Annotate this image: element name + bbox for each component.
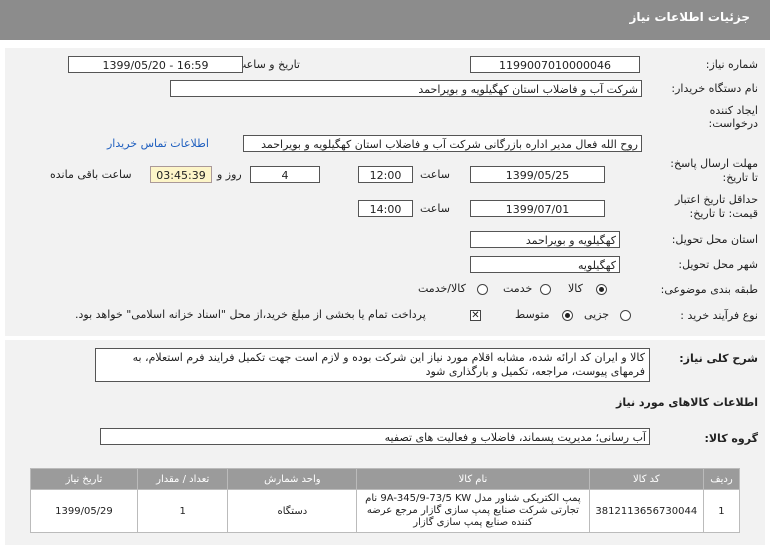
- city-label: شهر محل تحویل:: [678, 258, 758, 271]
- deadline-date-field: 1399/05/25: [470, 166, 605, 183]
- validity-label-1: حداقل تاریخ اعتبار: [674, 193, 758, 206]
- process-option-minor: جزیی: [584, 308, 610, 321]
- category-radio-service[interactable]: [540, 284, 551, 295]
- validity-time-field: 14:00: [358, 200, 413, 217]
- goods-group-label: گروه کالا:: [704, 432, 758, 445]
- days-label: روز و: [217, 168, 242, 181]
- province-field: کهگیلویه و بویراحمد: [470, 231, 620, 248]
- announce-field: 1399/05/20 - 16:59: [68, 56, 243, 73]
- goods-table: تاریخ نیاز تعداد / مقدار واحد شمارش نام …: [30, 468, 741, 533]
- cell-qty: 1: [136, 489, 229, 533]
- cell-unit: دستگاه: [227, 489, 358, 533]
- cell-index: 1: [702, 489, 741, 533]
- province-label: استان محل تحویل:: [671, 233, 758, 246]
- payment-note: پرداخت تمام یا بخشی از مبلغ خرید،از محل …: [75, 308, 426, 321]
- city-field: کهگیلویه: [470, 256, 620, 273]
- category-option-both: کالا/خدمت: [418, 282, 466, 295]
- goods-group-field: آب رسانی؛ مدیریت پسماند، فاضلاب و فعالیت…: [100, 428, 650, 445]
- col-index: ردیف: [702, 468, 741, 490]
- description-text: کالا و ایران کد ارائه شده، مشابه اقلام م…: [95, 348, 650, 382]
- col-name: نام کالا: [356, 468, 590, 490]
- remaining-timer: 03:45:39: [150, 166, 212, 183]
- process-radio-medium[interactable]: [562, 310, 573, 321]
- goods-table-header: تاریخ نیاز تعداد / مقدار واحد شمارش نام …: [30, 468, 741, 490]
- goods-section-title: اطلاعات کالاهای مورد نیاز: [616, 396, 758, 409]
- category-radio-both[interactable]: [477, 284, 488, 295]
- col-unit: واحد شمارش: [227, 468, 358, 490]
- cell-name: پمپ الکتریکی شناور مدل 9A-345/9-73/5 KW …: [356, 489, 590, 533]
- remaining-label: ساعت باقی مانده: [50, 168, 132, 181]
- category-option-goods: کالا: [568, 282, 583, 295]
- col-code: کد کالا: [588, 468, 704, 490]
- col-need-date: تاریخ نیاز: [30, 468, 138, 490]
- cell-code: 3812113656730044: [588, 489, 704, 533]
- validity-label-2: قیمت: تا تاریخ:: [689, 207, 758, 220]
- buyer-label: نام دستگاه خریدار:: [671, 82, 758, 95]
- category-option-service: خدمت: [503, 282, 533, 295]
- buyer-contact-link[interactable]: اطلاعات تماس خریدار: [107, 137, 209, 150]
- category-label: طبقه بندی موضوعی:: [660, 283, 758, 296]
- validity-date-field: 1399/07/01: [470, 200, 605, 217]
- process-option-medium: متوسط: [515, 308, 550, 321]
- page-title: جزئیات اطلاعات نیاز: [629, 10, 750, 24]
- table-row[interactable]: 1399/05/29 1 دستگاه پمپ الکتریکی شناور م…: [30, 489, 741, 533]
- creator-label-2: درخواست:: [708, 117, 758, 130]
- process-radio-minor[interactable]: [620, 310, 631, 321]
- days-field: 4: [250, 166, 320, 183]
- deadline-time-field: 12:00: [358, 166, 413, 183]
- deadline-time-label: ساعت: [420, 168, 450, 181]
- need-number-field: 1199007010000046: [470, 56, 640, 73]
- cell-need-date: 1399/05/29: [30, 489, 138, 533]
- col-qty: تعداد / مقدار: [136, 468, 229, 490]
- process-label: نوع فرآیند خرید :: [680, 309, 758, 322]
- treasury-checkbox[interactable]: ✕: [470, 310, 481, 321]
- buyer-field: شرکت آب و فاضلاب استان کهگیلویه و بویراح…: [170, 80, 642, 97]
- creator-field: روح الله فعال مدیر اداره بازرگانی شرکت آ…: [243, 135, 642, 152]
- validity-time-label: ساعت: [420, 202, 450, 215]
- creator-label-1: ایجاد کننده: [709, 104, 758, 117]
- deadline-label-2: تا تاریخ:: [722, 171, 758, 184]
- category-radio-goods[interactable]: [596, 284, 607, 295]
- need-number-label: شماره نیاز:: [705, 58, 758, 71]
- deadline-label-1: مهلت ارسال پاسخ:: [670, 157, 758, 170]
- description-label: شرح کلی نیاز:: [679, 352, 758, 365]
